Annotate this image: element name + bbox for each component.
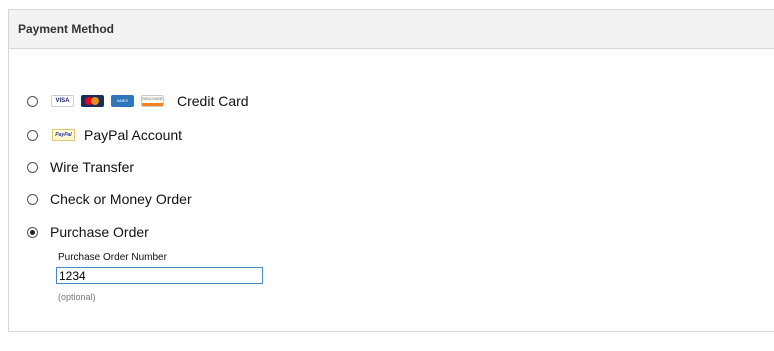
purchase-order-label[interactable]: Purchase Order (50, 224, 149, 240)
optional-hint: (optional) (58, 292, 96, 302)
discover-icon: DISCOVER (141, 95, 164, 107)
paypal-label[interactable]: PayPal Account (84, 127, 182, 143)
amex-icon: AMEX (111, 95, 134, 107)
option-credit-card[interactable]: VISA AMEX DISCOVER Credit Card (27, 92, 249, 110)
wire-transfer-label[interactable]: Wire Transfer (50, 159, 134, 175)
card-icons: VISA AMEX DISCOVER (51, 95, 171, 107)
option-check-money-order[interactable]: Check or Money Order (27, 190, 192, 208)
paypal-radio[interactable] (27, 129, 38, 141)
purchase-order-number-label: Purchase Order Number (58, 252, 167, 263)
mastercard-icon (81, 95, 104, 107)
option-wire-transfer[interactable]: Wire Transfer (27, 158, 134, 176)
panel-title: Payment Method (18, 22, 115, 36)
credit-card-label[interactable]: Credit Card (177, 93, 249, 109)
option-purchase-order[interactable]: Purchase Order (27, 223, 149, 241)
credit-card-radio[interactable] (27, 95, 38, 107)
option-paypal[interactable]: PayPal PayPal Account (27, 126, 182, 144)
wire-transfer-radio[interactable] (27, 161, 38, 173)
purchase-order-number-input[interactable] (56, 267, 263, 284)
panel-header: Payment Method (9, 10, 774, 49)
paypal-icon: PayPal (52, 129, 75, 141)
check-money-order-radio[interactable] (27, 193, 38, 205)
check-money-order-label[interactable]: Check or Money Order (50, 191, 192, 207)
visa-icon: VISA (51, 95, 74, 107)
purchase-order-radio[interactable] (27, 226, 38, 238)
